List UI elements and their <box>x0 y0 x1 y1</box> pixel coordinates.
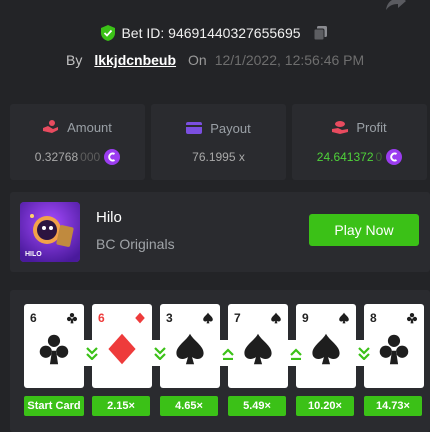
card-multiplier: Start Card <box>24 396 84 416</box>
spades-icon <box>339 312 349 324</box>
card-rank: 7 <box>234 311 241 325</box>
clubs-icon <box>39 334 69 365</box>
shield-check-icon <box>101 25 116 41</box>
payout-stat: Payout 76.1995 x <box>151 104 286 180</box>
amount-value-main: 0.32768 <box>34 149 79 164</box>
amount-value-trailing: 000 <box>80 149 101 164</box>
clubs-icon <box>66 312 78 324</box>
bet-stats: Amount 0.32768 000 Payout 76.1995 x Profi <box>10 104 430 180</box>
share-icon[interactable] <box>384 0 408 12</box>
higher-arrow-icon <box>217 340 239 366</box>
bet-datetime: 12/1/2022, 12:56:46 PM <box>214 52 365 68</box>
spades-icon <box>312 333 340 365</box>
amount-stat: Amount 0.32768 000 <box>10 104 145 180</box>
hand-money-icon <box>332 121 349 134</box>
card-rank: 8 <box>370 311 377 325</box>
game-provider: BC Originals <box>96 236 175 252</box>
higher-arrow-icon <box>285 340 307 366</box>
game-title: Hilo <box>96 209 122 226</box>
by-label: By <box>66 52 83 68</box>
amount-value: 0.32768 000 <box>34 148 121 165</box>
spades-icon <box>203 312 213 324</box>
card-multiplier: 10.20× <box>296 396 354 416</box>
spades-icon <box>271 312 281 324</box>
game-thumbnail[interactable]: HILO <box>20 202 80 262</box>
card-multiplier: 5.49× <box>228 396 286 416</box>
spades-icon <box>176 333 204 365</box>
copy-icon[interactable] <box>313 25 329 41</box>
card-icon <box>186 122 203 134</box>
profit-stat: Profit 24.641372 0 <box>292 104 427 180</box>
card-multiplier: 2.15× <box>92 396 150 416</box>
card-rank: 3 <box>166 311 173 325</box>
bet-id: Bet ID: 94691440327655695 <box>121 25 301 41</box>
history-card: 6 <box>24 304 84 388</box>
profit-label: Profit <box>356 119 387 135</box>
card-rank: 9 <box>302 311 309 325</box>
profit-value-main: 24.641372 <box>316 149 374 164</box>
username-link[interactable]: lkkjdcnbeub <box>94 52 176 68</box>
on-label: On <box>188 52 207 68</box>
clubs-icon <box>406 312 418 324</box>
card-multiplier: 4.65× <box>160 396 218 416</box>
game-thumbnail-text: HILO <box>25 251 42 258</box>
profit-value: 24.641372 0 <box>316 148 403 165</box>
diamonds-icon <box>108 333 136 365</box>
bet-meta: By lkkjdcnbeub On 12/1/2022, 12:56:46 PM <box>66 50 364 70</box>
amount-label: Amount <box>67 119 112 135</box>
diamonds-icon <box>135 312 145 324</box>
lower-arrow-icon <box>149 340 171 366</box>
bet-id-row: Bet ID: 94691440327655695 <box>0 22 430 44</box>
card-rank: 6 <box>98 311 105 325</box>
payout-value: 76.1995 x <box>192 149 245 164</box>
currency-coin-icon <box>386 148 403 165</box>
currency-coin-icon <box>104 148 121 165</box>
playing-card: 6 <box>24 304 84 388</box>
spades-icon <box>244 333 272 365</box>
payout-label: Payout <box>210 120 251 136</box>
card-history: 6 Start Card 6 2.15× 3 4.65× 7 5.49× 9 10.20× 8 14.… <box>10 290 430 432</box>
lower-arrow-icon <box>81 340 103 366</box>
clubs-icon <box>379 334 409 365</box>
card-rank: 6 <box>30 311 37 325</box>
hand-coins-icon <box>43 120 59 133</box>
profit-value-trailing: 0 <box>375 149 383 164</box>
lower-arrow-icon <box>353 340 375 366</box>
play-now-button[interactable]: Play Now <box>309 214 419 246</box>
card-multiplier: 14.73× <box>364 396 422 416</box>
game-card: HILO Hilo BC Originals Play Now <box>10 192 430 272</box>
